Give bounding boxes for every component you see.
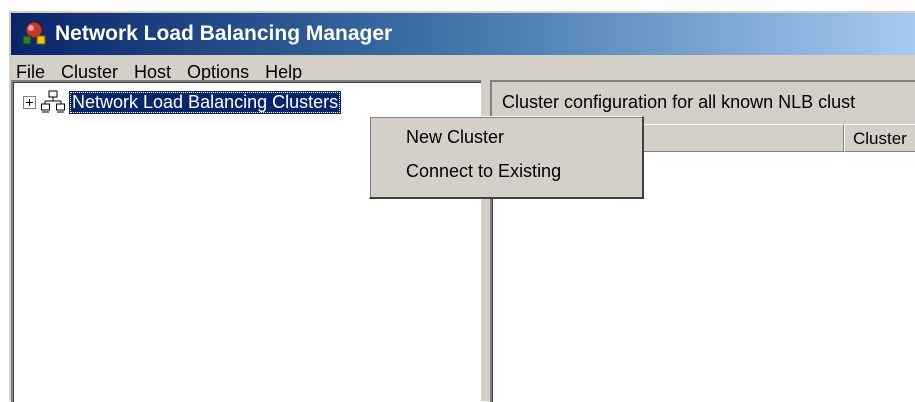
window-title: Network Load Balancing Manager	[55, 22, 393, 45]
expand-plus-icon[interactable]	[23, 95, 36, 109]
network-clusters-icon	[41, 90, 65, 114]
title-bar[interactable]: Network Load Balancing Manager	[11, 13, 915, 55]
tree-node-nlb-clusters[interactable]: Network Load Balancing Clusters	[23, 88, 342, 116]
menu-item-connect-to-existing[interactable]: Connect to Existing	[406, 161, 561, 182]
menu-item-new-cluster[interactable]: New Cluster	[406, 127, 504, 148]
details-description: Cluster configuration for all known NLB …	[502, 92, 856, 112]
column-header-cluster[interactable]: Cluster	[844, 124, 915, 152]
nlb-app-icon	[19, 19, 49, 49]
context-menu: New Cluster Connect to Existing	[369, 116, 644, 199]
tree-node-label[interactable]: Network Load Balancing Clusters	[69, 90, 342, 114]
